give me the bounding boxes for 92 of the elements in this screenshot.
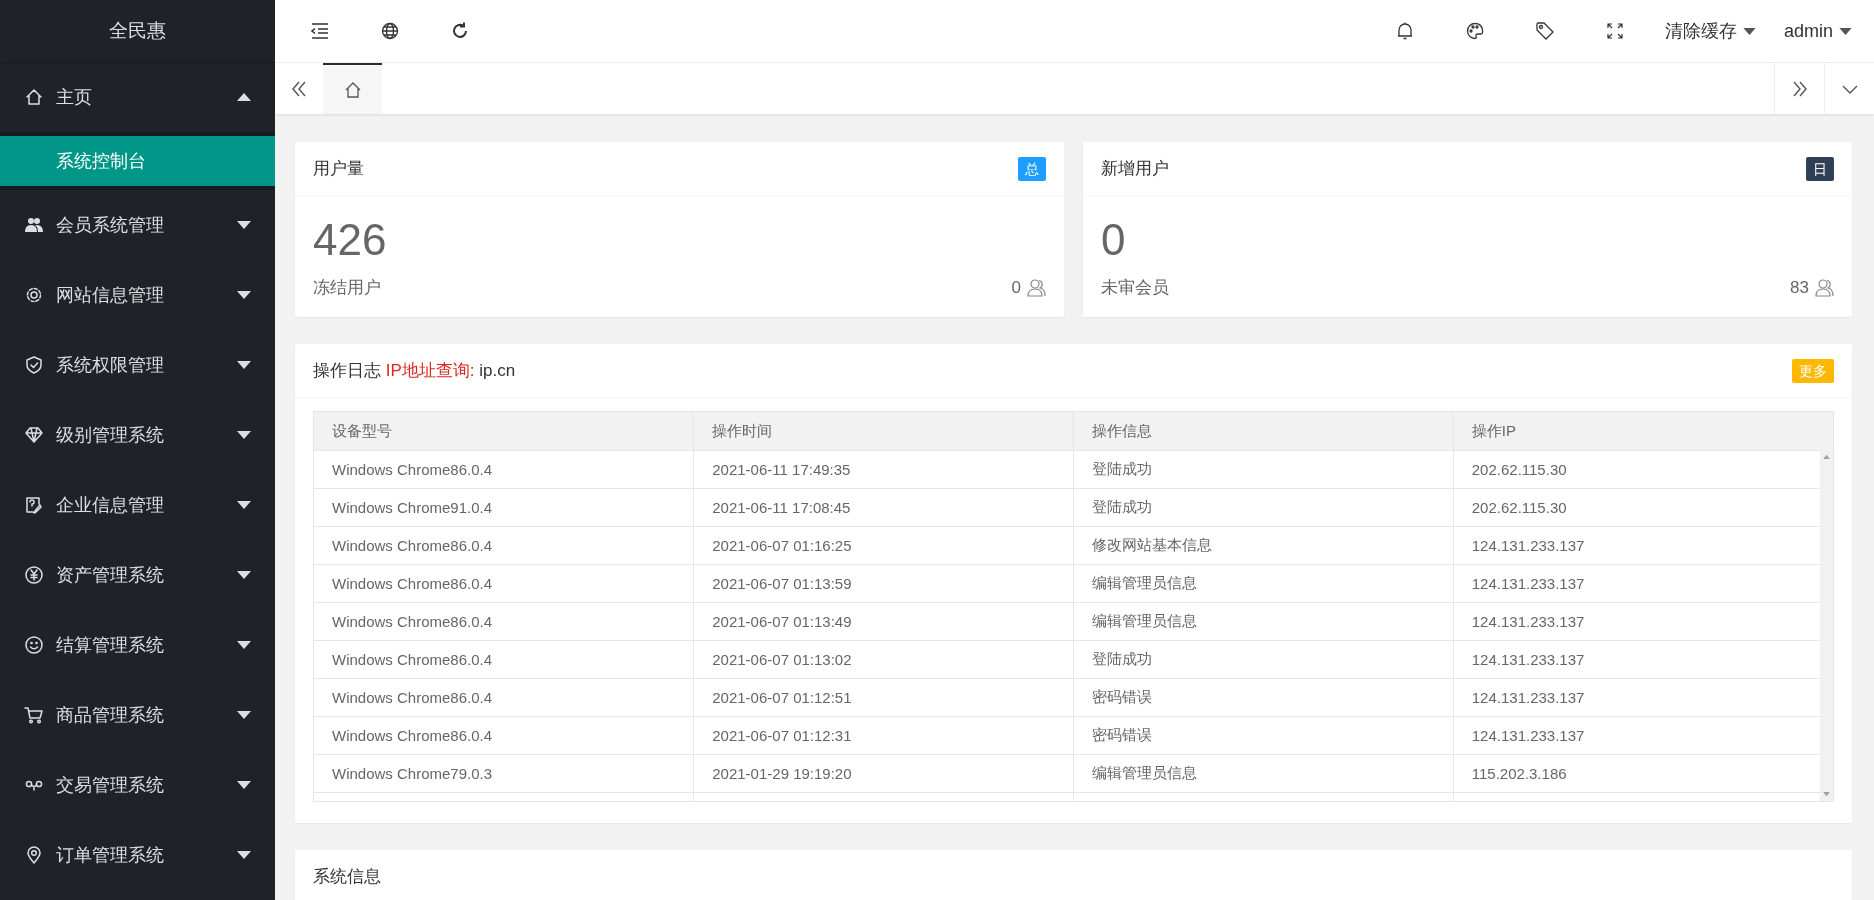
collapse-menu-icon[interactable] [310, 21, 330, 41]
users-icon [1026, 277, 1046, 298]
period-badge: 总 [1018, 156, 1046, 181]
table-cell: 密码错误 [1073, 678, 1454, 717]
caret-icon [237, 781, 251, 789]
caret-icon [237, 501, 251, 509]
fullscreen-icon[interactable] [1604, 21, 1625, 41]
table-cell: Windows Chrome86.0.4 [314, 716, 694, 755]
globe-icon[interactable] [380, 21, 400, 41]
table-cell: 登陆成功 [1073, 450, 1454, 489]
table-cell: Windows Chrome91.0.4 [314, 488, 694, 527]
menu-item-icon [24, 845, 44, 865]
menu-item-icon [24, 495, 44, 515]
stat-value: 0 [1101, 214, 1127, 266]
refresh-icon[interactable] [450, 21, 470, 41]
period-badge: 日 [1806, 156, 1834, 181]
sidebar-item[interactable]: 商品管理系统 [0, 680, 275, 750]
stat-value: 426 [313, 214, 388, 266]
caret-icon [237, 361, 251, 369]
table-cell: Windows Chrome86.0.4 [314, 640, 694, 679]
card-title: 用户量 [313, 158, 364, 180]
menu-item-icon [24, 87, 44, 107]
table-cell: 登陆成功 [1073, 640, 1454, 679]
card-title: 系统信息 [313, 866, 381, 888]
users-icon [1814, 277, 1834, 298]
table-cell: 2021-06-07 01:13:59 [693, 564, 1074, 603]
column-header: 操作IP [1453, 412, 1833, 451]
table-cell: Windows Chrome86.0.4 [314, 678, 694, 717]
sidebar-item[interactable]: 交易管理系统 [0, 750, 275, 820]
caret-icon [237, 571, 251, 579]
sidebar-subitem[interactable]: 系统控制台 [0, 136, 275, 186]
card-title: 新增用户 [1101, 158, 1169, 180]
caret-icon [237, 221, 251, 229]
sidebar-item[interactable]: 网站信息管理 [0, 260, 275, 330]
table-cell: 2021-06-07 01:12:31 [693, 716, 1074, 755]
sidebar-item[interactable]: 结算管理系统 [0, 610, 275, 680]
caret-icon [237, 851, 251, 859]
caret-icon [1839, 27, 1852, 35]
caret-icon [237, 291, 251, 299]
stat-caption: 未审会员 [1101, 277, 1169, 299]
table-cell: 编辑管理员信息 [1073, 564, 1454, 603]
sidebar-item[interactable]: 主页 [0, 62, 275, 132]
table-cell: 2021-06-11 17:08:45 [693, 488, 1074, 527]
menu-item-icon [24, 355, 44, 375]
menu-item-icon [24, 635, 44, 655]
sidebar-item[interactable]: 会员系统管理 [0, 190, 275, 260]
table-cell: Windows Chrome86.0.4 [314, 564, 694, 603]
caret-icon [237, 431, 251, 439]
card-title: 操作日志 [313, 361, 381, 380]
column-header: 操作信息 [1073, 412, 1454, 451]
table-cell: 2021-06-07 01:13:49 [693, 602, 1074, 641]
table-cell: 修改网站基本信息 [1073, 526, 1454, 565]
table-cell: Windows Chrome86.0.4 [314, 450, 694, 489]
logo-text: 全民惠 [0, 0, 275, 62]
dropdown-menu[interactable]: 清除缓存 [1664, 19, 1756, 43]
table-cell: 登陆成功 [1073, 488, 1454, 527]
caret-icon [1742, 27, 1756, 35]
table-cell: 编辑管理员信息 [1073, 602, 1454, 641]
sidebar-item[interactable]: 系统权限管理 [0, 330, 275, 400]
table-cell: Windows Chrome79.0.3 [314, 754, 694, 793]
stat-count: 0 [1011, 277, 1021, 298]
caret-icon [237, 641, 251, 649]
dropdown-menu[interactable]: admin [1783, 20, 1852, 42]
table-cell: 2021-01-29 19:19:20 [693, 754, 1074, 793]
stat-caption: 冻结用户 [313, 277, 381, 299]
caret-icon [237, 711, 251, 719]
table-cell: Windows Chrome86.0.4 [314, 602, 694, 641]
palette-icon[interactable] [1464, 21, 1485, 41]
column-header: 设备型号 [314, 412, 694, 451]
menu-item-icon [24, 565, 44, 585]
ip-lookup-link[interactable]: IP地址查询: [385, 361, 475, 380]
table-cell: 2021-06-11 17:49:35 [693, 450, 1074, 489]
menu-item-icon [24, 285, 44, 305]
column-header: 操作时间 [693, 412, 1074, 451]
menu-item-icon [24, 215, 44, 235]
table-cell: 2021-06-07 01:13:02 [693, 640, 1074, 679]
sidebar-item[interactable]: 企业信息管理 [0, 470, 275, 540]
sidebar-item[interactable]: 订单管理系统 [0, 820, 275, 890]
stat-count: 83 [1790, 277, 1809, 298]
tag-icon[interactable] [1534, 21, 1555, 41]
table-cell: 编辑管理员信息 [1073, 754, 1454, 793]
menu-item-icon [24, 425, 44, 445]
table-cell: Windows Chrome86.0.4 [314, 526, 694, 565]
caret-icon [237, 93, 251, 101]
sidebar-item[interactable]: 级别管理系统 [0, 400, 275, 470]
ip-lookup-site: ip.cn [479, 361, 516, 380]
table-cell: 2021-06-07 01:16:25 [693, 526, 1074, 565]
home-tab[interactable] [323, 63, 382, 114]
table-cell: 2021-06-07 01:12:51 [693, 678, 1074, 717]
table-cell: 密码错误 [1073, 716, 1454, 755]
sidebar-item[interactable]: 资产管理系统 [0, 540, 275, 610]
menu-item-icon [24, 705, 44, 725]
